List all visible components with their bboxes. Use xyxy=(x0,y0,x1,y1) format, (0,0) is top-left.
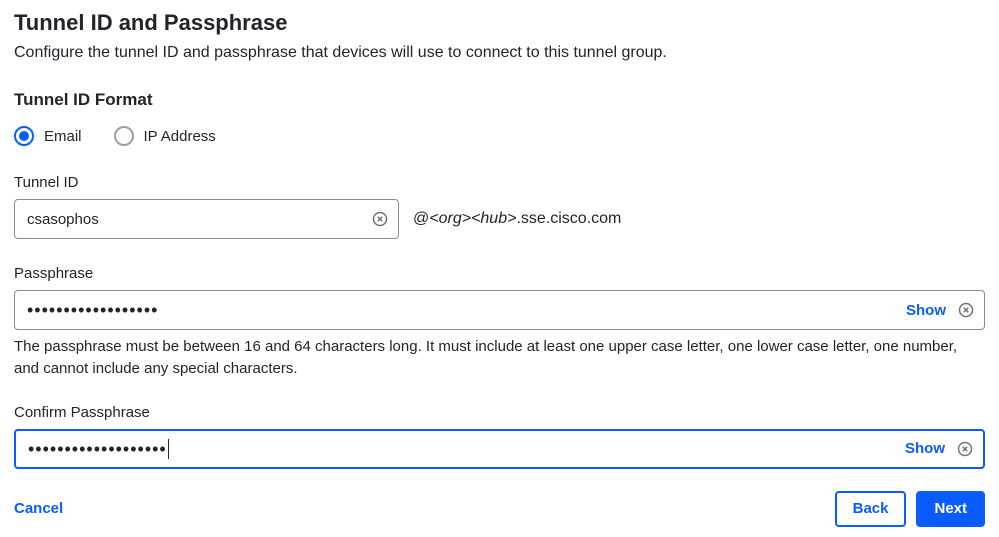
confirm-passphrase-show-button[interactable]: Show xyxy=(905,440,949,457)
radio-ip-label: IP Address xyxy=(144,128,216,145)
clear-icon[interactable] xyxy=(372,211,388,227)
confirm-passphrase-label: Confirm Passphrase xyxy=(14,404,985,421)
passphrase-label: Passphrase xyxy=(14,265,985,282)
passphrase-input[interactable]: •••••••••••••••••• xyxy=(15,301,906,319)
page-title: Tunnel ID and Passphrase xyxy=(14,10,985,36)
tunnel-id-label: Tunnel ID xyxy=(14,174,985,191)
tunnel-id-input[interactable] xyxy=(15,200,372,238)
radio-icon xyxy=(14,126,34,146)
tunnel-id-format-radio-group: Email IP Address xyxy=(14,126,985,146)
text-cursor xyxy=(168,439,169,459)
next-button[interactable]: Next xyxy=(916,491,985,527)
confirm-passphrase-input[interactable]: ••••••••••••••••••• xyxy=(16,439,905,459)
button-row: Cancel Back Next xyxy=(14,491,985,527)
tunnel-id-input-wrap xyxy=(14,199,399,239)
radio-icon xyxy=(114,126,134,146)
back-button[interactable]: Back xyxy=(835,491,907,527)
clear-icon[interactable] xyxy=(958,302,974,318)
cancel-button[interactable]: Cancel xyxy=(14,500,63,517)
tunnel-id-format-heading: Tunnel ID Format xyxy=(14,90,985,110)
passphrase-input-wrap: •••••••••••••••••• Show xyxy=(14,290,985,330)
radio-email-label: Email xyxy=(44,128,82,145)
page-description: Configure the tunnel ID and passphrase t… xyxy=(14,44,985,62)
radio-email[interactable]: Email xyxy=(14,126,82,146)
tunnel-id-domain-suffix: @<org><hub>.sse.cisco.com xyxy=(413,210,621,228)
confirm-passphrase-input-wrap: ••••••••••••••••••• Show xyxy=(14,429,985,469)
radio-ip-address[interactable]: IP Address xyxy=(114,126,216,146)
passphrase-hint: The passphrase must be between 16 and 64… xyxy=(14,336,985,380)
passphrase-show-button[interactable]: Show xyxy=(906,302,950,319)
clear-icon[interactable] xyxy=(957,441,973,457)
